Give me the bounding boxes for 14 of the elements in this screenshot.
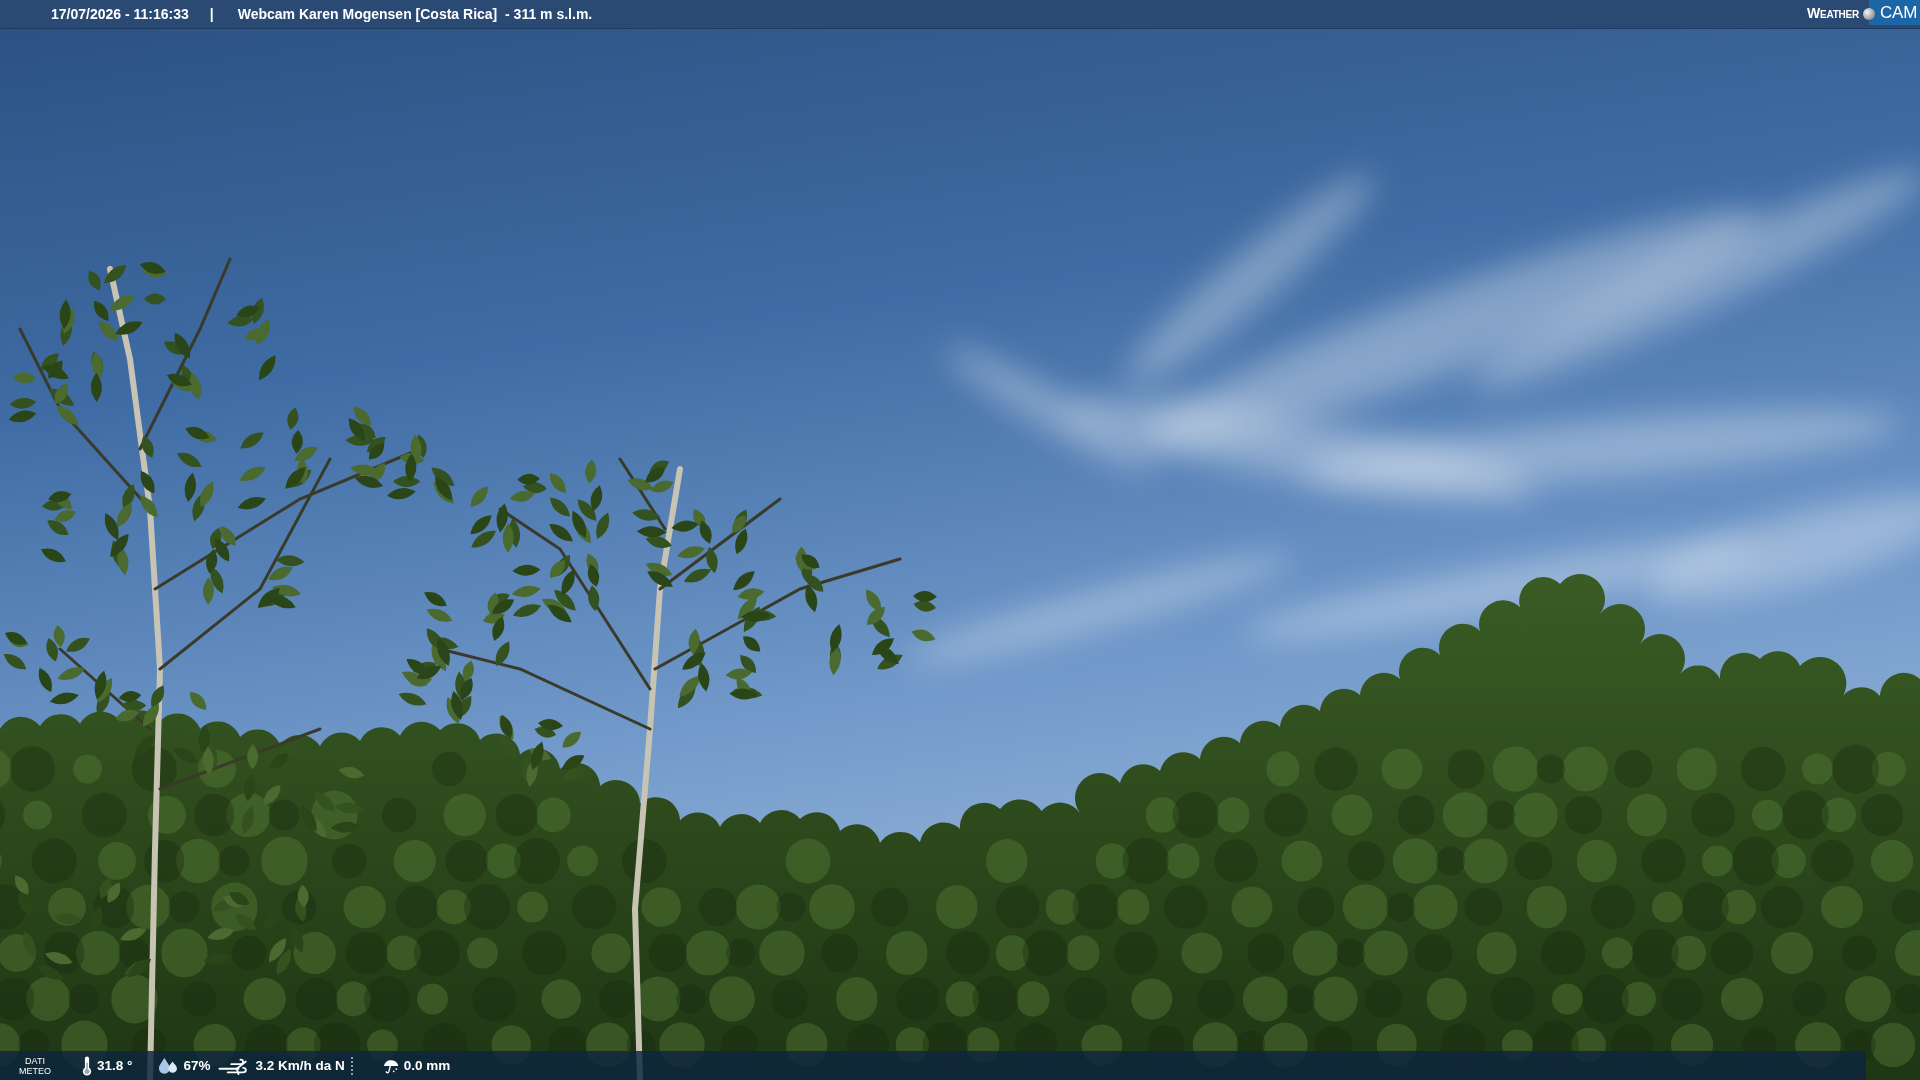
- wind-reading: 3.2 Km/h da N: [255, 1057, 345, 1074]
- sphere-icon: [1863, 8, 1876, 20]
- umbrella-icon: [382, 1057, 399, 1074]
- webcam-title: Webcam Karen Mogensen [Costa Rica] - 311 m s.l.m.: [237, 5, 593, 23]
- humidity-reading: 67%: [183, 1057, 211, 1074]
- data-label: DATI METEO: [19, 1055, 51, 1076]
- thermometer-icon: [82, 1054, 92, 1077]
- separator-text: |: [209, 5, 214, 23]
- logo-text: WEATHER: [1806, 6, 1860, 22]
- temperature-reading: 31.8 °: [97, 1057, 133, 1074]
- drops-icon: [158, 1056, 179, 1075]
- logo-badge: CAM: [1869, 0, 1920, 25]
- rain-reading: 0.0 mm: [403, 1057, 451, 1074]
- date-time: 17/07/2026 - 11:16:33: [51, 5, 189, 23]
